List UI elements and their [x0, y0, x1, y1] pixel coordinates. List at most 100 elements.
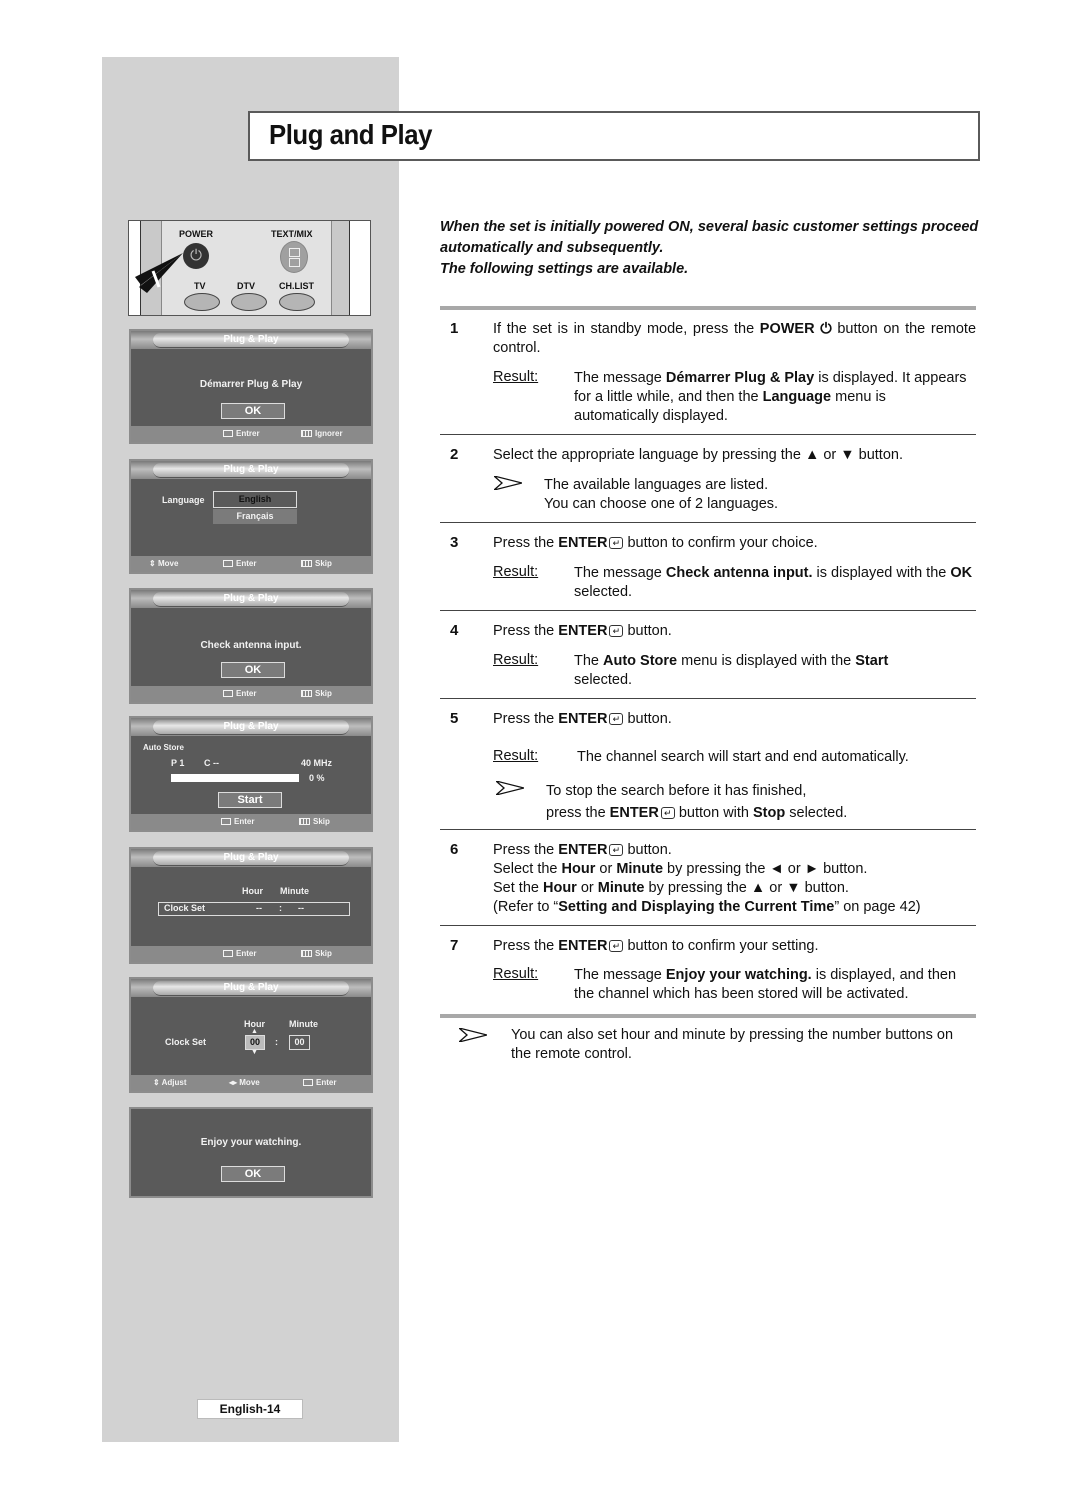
- footer-enter[interactable]: Enter: [303, 1078, 336, 1087]
- enter-icon: [303, 1079, 313, 1086]
- footer-skip[interactable]: Skip: [301, 559, 332, 568]
- enter-icon: ↵: [609, 625, 624, 637]
- osd-ok-button[interactable]: OK: [221, 662, 285, 678]
- footer-enter[interactable]: Enter: [221, 817, 254, 826]
- osd-footer: Enter Skip: [131, 814, 371, 830]
- step-2-text: Select the appropriate language by press…: [493, 447, 903, 463]
- footer-skip[interactable]: Skip: [301, 689, 332, 698]
- channel-number: C --: [204, 758, 219, 768]
- down-arrow-icon: ▼: [251, 1049, 258, 1056]
- footer-skip[interactable]: Skip: [301, 949, 332, 958]
- osd-footer: ⇕ Adjust ◂▸ Move Enter: [131, 1075, 371, 1091]
- osd-screen-clock-set: Plug & Play Hour Minute Clock Set -- : -…: [129, 847, 373, 964]
- skip-icon: [299, 818, 310, 825]
- osd-header-title: Plug & Play: [223, 982, 279, 993]
- footer-move[interactable]: ◂▸ Move: [229, 1078, 260, 1087]
- note-arrow-icon: [496, 781, 524, 795]
- osd-screen-start-plug-play: Plug & Play Démarrer Plug & Play OK Entr…: [129, 329, 373, 444]
- osd-screen-clock-adjust: Plug & Play Hour Minute Clock Set ▲ 00 ▼…: [129, 977, 373, 1093]
- enter-icon: [221, 818, 231, 825]
- chlist-button[interactable]: [279, 293, 315, 311]
- divider: [440, 434, 976, 435]
- result-label: Result:: [493, 748, 539, 764]
- enter-icon: ↵: [609, 713, 624, 725]
- step-number: 2: [450, 446, 459, 463]
- divider: [440, 829, 976, 830]
- osd-footer: Entrer Ignorer: [131, 426, 371, 442]
- footer-enter[interactable]: Entrer: [223, 429, 260, 438]
- power-label: POWER: [179, 229, 214, 239]
- osd-screen-language: Plug & Play Language English Français ⇕ …: [129, 459, 373, 574]
- footer-adjust[interactable]: ⇕ Adjust: [153, 1078, 187, 1087]
- osd-footer: ⇕ Move Enter Skip: [131, 556, 371, 572]
- language-option-english[interactable]: English: [213, 491, 297, 508]
- auto-store-title: Auto Store: [143, 743, 184, 752]
- divider: [440, 610, 976, 611]
- hour-label: Hour: [242, 886, 263, 896]
- step-number: 7: [450, 937, 459, 954]
- tv-button[interactable]: [184, 293, 220, 311]
- footer-enter[interactable]: Enter: [223, 689, 256, 698]
- step-1-text: If the set is in standby mode, press the…: [493, 321, 977, 356]
- clock-set-row[interactable]: Clock Set -- : --: [158, 902, 350, 916]
- leftright-icon: ◂▸: [229, 1078, 240, 1087]
- dtv-button[interactable]: [231, 293, 267, 311]
- step-3-result: The message Check antenna input. is disp…: [574, 565, 973, 600]
- footer-move[interactable]: ⇕ Move: [149, 559, 178, 568]
- step-7-text: Press the ENTER ↵ button to confirm your …: [493, 938, 819, 954]
- minute-field[interactable]: 00: [289, 1035, 310, 1050]
- step-7-result: The message Enjoy your watching. is disp…: [574, 967, 957, 1002]
- skip-icon: [301, 690, 312, 697]
- divider: [440, 698, 976, 699]
- progress-percent: 0 %: [309, 773, 325, 783]
- enter-icon: [223, 690, 233, 697]
- step-6-text: Press the ENTER ↵ button. Select the Hour…: [493, 842, 921, 915]
- teletext-icon[interactable]: [280, 241, 308, 273]
- step-number: 3: [450, 534, 459, 551]
- enter-icon: ↵: [609, 537, 624, 549]
- intro-text: When the set is initially powered ON, se…: [440, 219, 979, 277]
- power-icon[interactable]: ⏻: [183, 243, 209, 269]
- divider: [440, 522, 976, 523]
- frequency: 40 MHz: [301, 758, 333, 768]
- footer-enter[interactable]: Enter: [223, 559, 256, 568]
- hour-value: --: [256, 903, 262, 913]
- page-number: English-14: [197, 1399, 303, 1419]
- step-4-text: Press the ENTER ↵ button.: [493, 623, 672, 639]
- step-3-text: Press the ENTER ↵ button to confirm your …: [493, 535, 818, 551]
- enter-icon: ↵: [609, 940, 624, 952]
- note-arrow-icon: [494, 476, 522, 490]
- remote-control-illustration: POWER TEXT/MIX ⏻ TV DTV CH.LIST: [128, 220, 371, 316]
- minute-label: Minute: [289, 1019, 318, 1029]
- divider: [440, 925, 976, 926]
- osd-message: Démarrer Plug & Play: [199, 379, 303, 390]
- hour-field[interactable]: 00: [245, 1035, 265, 1050]
- program-number: P 1: [171, 758, 185, 768]
- step-number: 6: [450, 841, 459, 858]
- footer-skip[interactable]: Skip: [299, 817, 330, 826]
- osd-header-title: Plug & Play: [223, 852, 279, 863]
- skip-icon: [301, 950, 312, 957]
- step-number: 4: [450, 622, 459, 639]
- result-label: Result:: [493, 966, 539, 982]
- pointer-arrow-icon: [135, 253, 183, 293]
- start-button[interactable]: Start: [218, 792, 282, 808]
- enter-icon: ↵: [660, 807, 675, 819]
- result-label: Result:: [493, 652, 539, 668]
- note-arrow-icon: [459, 1028, 487, 1042]
- osd-ok-button[interactable]: OK: [221, 1166, 285, 1182]
- osd-screen-enjoy: Enjoy your watching. OK: [129, 1107, 373, 1198]
- clock-set-label: Clock Set: [165, 1037, 207, 1047]
- power-icon: ⏻: [820, 321, 832, 337]
- language-option-francais[interactable]: Français: [213, 509, 297, 524]
- osd-ok-button[interactable]: OK: [221, 403, 285, 419]
- enter-icon: [223, 430, 233, 437]
- osd-screen-check-antenna: Plug & Play Check antenna input. OK Ente…: [129, 588, 373, 704]
- page-title-box: Plug and Play: [248, 111, 980, 161]
- final-note: You can also set hour and minute by pres…: [511, 1027, 954, 1062]
- footer-enter[interactable]: Enter: [223, 949, 256, 958]
- result-label: Result:: [493, 564, 539, 580]
- footer-skip[interactable]: Ignorer: [301, 429, 343, 438]
- step-2-note: The available languages are listed. You c…: [544, 477, 779, 512]
- step-4-result: The Auto Store menu is displayed with th…: [574, 653, 889, 688]
